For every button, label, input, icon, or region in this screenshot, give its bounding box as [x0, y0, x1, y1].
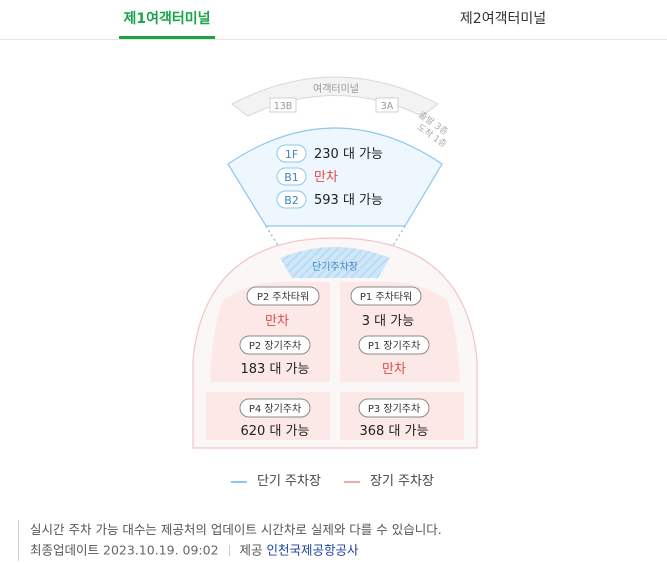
legend-short-term-line [231, 480, 247, 483]
floor-b2-tag: B2 [284, 194, 299, 207]
data-notice: 실시간 주차 가능 대수는 제공처의 업데이트 시간차로 실제와 다를 수 있습… [18, 520, 442, 561]
lot-p1-tower-tag: P1 주차타워 [360, 290, 412, 303]
lot-p1-tower-status: 3 대 가능 [362, 314, 414, 329]
parking-map: 여객터미널 13B 3A 출발 3층 도착 1층 단기주차장 1F 230 대 … [192, 76, 478, 449]
provider-link[interactable]: 인천국제공항공사 [267, 543, 359, 558]
updated-value: 2023.10.19. 09:02 [103, 542, 219, 558]
legend-short-term-label: 단기 주차장 [257, 474, 321, 489]
floor-b1-status: 만차 [314, 170, 338, 185]
legend-long-term-line [344, 480, 360, 483]
terminal-label: 여객터미널 [313, 83, 359, 95]
meta-divider [228, 545, 230, 556]
lot-p4-long-tag: P4 장기주차 [249, 403, 301, 415]
short-term-area-label: 단기주차장 [312, 261, 358, 273]
gate-13b-label: 13B [274, 101, 293, 112]
floor-b2[interactable]: B2 593 대 가능 [276, 190, 383, 209]
lot-p3-long-status: 368 대 가능 [360, 424, 429, 439]
long-term-parking-area: 단기주차장 [192, 237, 478, 449]
lot-p2-tower-status: 만차 [265, 314, 289, 329]
lot-p1-long-tag: P1 장기주차 [368, 340, 420, 352]
legend-short-term: 단기 주차장 [231, 470, 321, 489]
legend-long-term: 장기 주차장 [344, 470, 434, 489]
lot-p4-long-status: 620 대 가능 [241, 424, 310, 439]
floor-b2-status: 593 대 가능 [314, 193, 383, 208]
map-legend: 단기 주차장 장기 주차장 [0, 470, 667, 489]
lot-p2-tower-tag: P2 주차타워 [257, 290, 309, 303]
lot-p1-long-status: 만차 [382, 362, 406, 377]
lot-p3-long-tag: P3 장기주차 [368, 403, 420, 415]
notice-text: 실시간 주차 가능 대수는 제공처의 업데이트 시간차로 실제와 다를 수 있습… [30, 522, 442, 537]
floor-b1-tag: B1 [284, 171, 299, 184]
gate-3a-label: 3A [381, 101, 394, 112]
legend-long-term-label: 장기 주차장 [370, 474, 434, 489]
notice-meta: 최종업데이트 2023.10.19. 09:02 제공 인천국제공항공사 [30, 540, 442, 561]
floor-1f-tag: 1F [285, 148, 298, 161]
provider-label: 제공 [239, 542, 263, 558]
lot-p2-long-status: 183 대 가능 [241, 362, 310, 377]
floor-1f[interactable]: 1F 230 대 가능 [276, 144, 383, 163]
updated-label: 최종업데이트 [30, 542, 100, 558]
floor-1f-status: 230 대 가능 [314, 147, 383, 162]
lot-p2-long-tag: P2 장기주차 [249, 340, 301, 352]
